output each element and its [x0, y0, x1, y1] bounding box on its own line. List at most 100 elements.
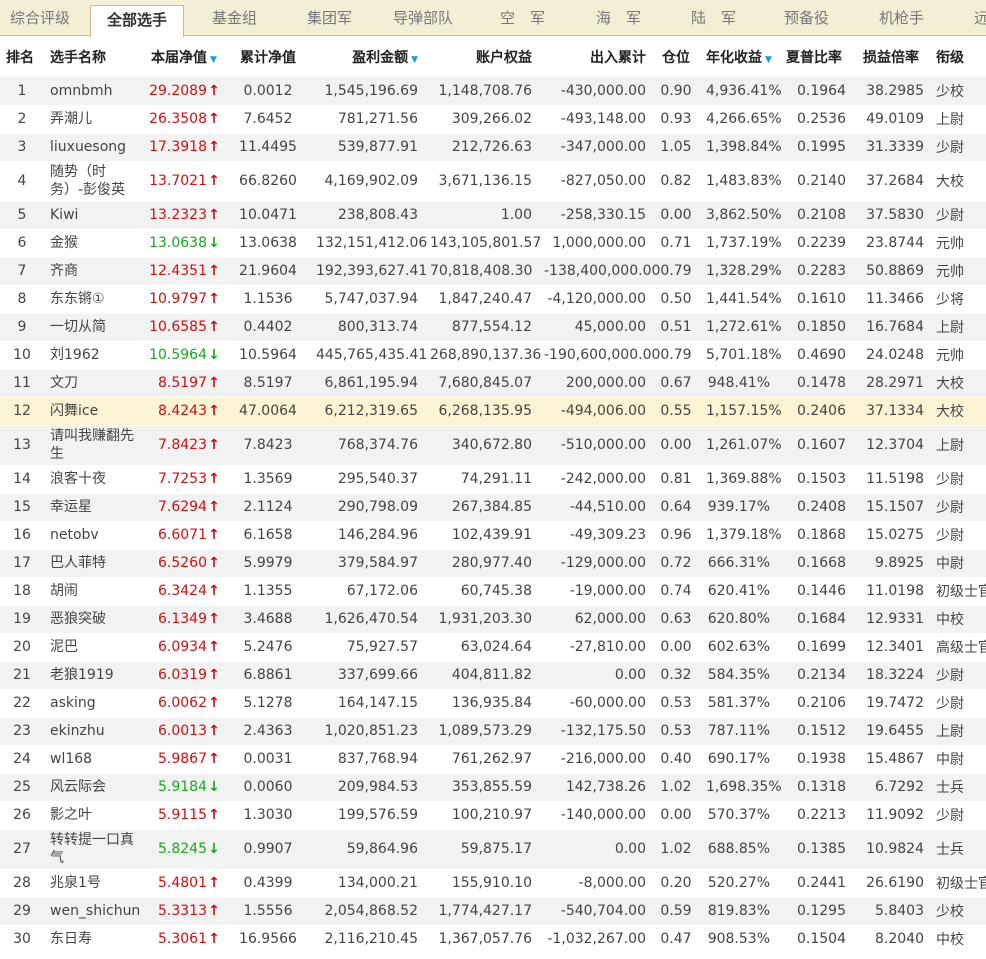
- sort-desc-icon[interactable]: ▼: [210, 55, 217, 65]
- table-row[interactable]: 7 齐商 12.4351↑ 21.9604 192,393,627.41 70,818,4…: [0, 257, 986, 286]
- col-header-rank[interactable]: 排名: [0, 37, 44, 77]
- table-row[interactable]: 30 东日寿 5.3061↑ 16.9566 2,116,210.45 1,367,057…: [0, 925, 986, 954]
- player-name-link[interactable]: wl168: [44, 745, 142, 774]
- player-name-link-text[interactable]: liuxuesong: [50, 139, 126, 155]
- tab-navy[interactable]: 海 军: [596, 0, 641, 36]
- player-name-link[interactable]: 弄潮儿: [44, 105, 142, 134]
- player-name-link[interactable]: 请叫我赚翻先生: [44, 425, 142, 466]
- tab-missile-force[interactable]: 导弹部队: [393, 0, 453, 36]
- player-name-link-text[interactable]: 东日寿: [50, 931, 92, 947]
- table-row[interactable]: 12 闪舞ice 8.4243↑ 47.0064 6,212,319.65 6,268,1…: [0, 397, 986, 426]
- table-row[interactable]: 4 随势（时务）-彭俊英 13.7021↑ 66.8260 4,169,902.09 3,…: [0, 161, 986, 202]
- col-header-cumulative-nav[interactable]: 累计净值: [226, 37, 310, 77]
- tab-overall-rating[interactable]: 综合评级: [10, 0, 70, 36]
- table-row[interactable]: 8 东东锵① 10.9797↑ 1.1536 5,747,037.94 1,847,240…: [0, 285, 986, 314]
- col-header-annual-return[interactable]: 年化收益 ▼: [700, 37, 776, 77]
- table-row[interactable]: 13 请叫我赚翻先生 7.8423↑ 7.8423 768,374.76 340,672.…: [0, 425, 986, 466]
- player-name-link-text[interactable]: netobv: [50, 527, 99, 543]
- player-name-link-text[interactable]: 请叫我赚翻先生: [50, 428, 134, 462]
- table-row[interactable]: 16 netobv 6.6071↑ 6.1658 146,284.96 102,439.9…: [0, 521, 986, 550]
- player-name-link-text[interactable]: 兆泉1号: [50, 875, 101, 891]
- player-name-link[interactable]: 恶狼突破: [44, 605, 142, 634]
- col-header-profit[interactable]: 盈利金额 ▼: [310, 37, 424, 77]
- col-header-position[interactable]: 仓位: [652, 37, 700, 77]
- player-name-link[interactable]: 幸运星: [44, 493, 142, 522]
- player-name-link-text[interactable]: 泥巴: [50, 639, 78, 655]
- player-name-link-text[interactable]: 幸运星: [50, 499, 92, 515]
- player-name-link-text[interactable]: 转转提一口真气: [50, 832, 134, 866]
- player-name-link-text[interactable]: ekinzhu: [50, 723, 105, 739]
- table-row[interactable]: 24 wl168 5.9867↑ 0.0031 837,768.94 761,262.97…: [0, 745, 986, 774]
- player-name-link[interactable]: 东东锵①: [44, 285, 142, 314]
- table-row[interactable]: 1 omnbmh 29.2089↑ 0.0012 1,545,196.69 1,148,7…: [0, 77, 986, 106]
- col-header-flow[interactable]: 出入累计: [538, 37, 652, 77]
- table-row[interactable]: 10 刘1962 10.5964↓ 10.5964 445,765,435.41 268,…: [0, 341, 986, 370]
- player-name-link-text[interactable]: 金猴: [50, 235, 78, 251]
- table-row[interactable]: 29 wen_shichun 5.3313↑ 1.5556 2,054,868.52 1,…: [0, 897, 986, 926]
- player-name-link[interactable]: 老狼1919: [44, 661, 142, 690]
- table-row[interactable]: 5 Kiwi 13.2323↑ 10.0471 238,808.43 1.00 -258,3…: [0, 201, 986, 230]
- player-name-link[interactable]: omnbmh: [44, 77, 142, 106]
- col-header-current-nav[interactable]: 本届净值 ▼: [142, 37, 226, 77]
- player-name-link-text[interactable]: wen_shichun: [50, 903, 140, 919]
- tab-fund-group[interactable]: 基金组: [212, 0, 257, 36]
- col-header-player-name[interactable]: 选手名称: [44, 37, 142, 77]
- player-name-link[interactable]: liuxuesong: [44, 133, 142, 162]
- table-row[interactable]: 14 浪客十夜 7.7253↑ 1.3569 295,540.37 74,291.11 -2…: [0, 465, 986, 494]
- table-row[interactable]: 6 金猴 13.0638↓ 13.0638 132,151,412.06 143,105,…: [0, 229, 986, 258]
- player-name-link[interactable]: 刘1962: [44, 341, 142, 370]
- table-row[interactable]: 3 liuxuesong 17.3918↑ 11.4495 539,877.91 212,…: [0, 133, 986, 162]
- player-name-link-text[interactable]: 刘1962: [50, 347, 100, 363]
- player-name-link-text[interactable]: 随势（时务）-彭俊英: [50, 164, 125, 198]
- tab-air-force[interactable]: 空 军: [500, 0, 545, 36]
- table-row[interactable]: 17 巴人菲特 6.5260↑ 5.9979 379,584.97 280,977.40 -…: [0, 549, 986, 578]
- tab-reserve[interactable]: 预备役: [784, 0, 829, 36]
- table-row[interactable]: 23 ekinzhu 6.0013↑ 2.4363 1,020,851.23 1,089,…: [0, 717, 986, 746]
- player-name-link[interactable]: Kiwi: [44, 201, 142, 230]
- tab-machine-gunner[interactable]: 机枪手: [879, 0, 924, 36]
- player-name-link-text[interactable]: 弄潮儿: [50, 111, 92, 127]
- player-name-link[interactable]: 兆泉1号: [44, 869, 142, 898]
- player-name-link-text[interactable]: 齐商: [50, 263, 78, 279]
- sort-desc-icon[interactable]: ▼: [411, 55, 418, 65]
- player-name-link-text[interactable]: wl168: [50, 751, 92, 767]
- player-name-link-text[interactable]: Kiwi: [50, 207, 78, 223]
- table-row[interactable]: 19 恶狼突破 6.1349↑ 3.4688 1,626,470.54 1,931,203…: [0, 605, 986, 634]
- player-name-link[interactable]: 转转提一口真气: [44, 829, 142, 870]
- player-name-link[interactable]: 一切从简: [44, 313, 142, 342]
- player-name-link[interactable]: 浪客十夜: [44, 465, 142, 494]
- player-name-link-text[interactable]: 巴人菲特: [50, 555, 106, 571]
- col-header-pl-ratio[interactable]: 损益倍率: [852, 37, 930, 77]
- player-name-link-text[interactable]: 恶狼突破: [50, 611, 106, 627]
- player-name-link[interactable]: netobv: [44, 521, 142, 550]
- tab-all-players[interactable]: 全部选手: [90, 5, 185, 37]
- player-name-link[interactable]: 东日寿: [44, 925, 142, 954]
- table-row[interactable]: 2 弄潮儿 26.3508↑ 7.6452 781,271.56 309,266.02 -4…: [0, 105, 986, 134]
- player-name-link[interactable]: 齐商: [44, 257, 142, 286]
- table-row[interactable]: 18 胡闹 6.3424↑ 1.1355 67,172.06 60,745.38 -19,0…: [0, 577, 986, 606]
- player-name-link-text[interactable]: 老狼1919: [50, 667, 114, 683]
- player-name-link[interactable]: 影之叶: [44, 801, 142, 830]
- table-row[interactable]: 25 风云际会 5.9184↓ 0.0060 209,984.53 353,855.59 1…: [0, 773, 986, 802]
- table-row[interactable]: 9 一切从简 10.6585↑ 0.4402 800,313.74 877,554.12 4…: [0, 313, 986, 342]
- player-name-link[interactable]: 闪舞ice: [44, 397, 142, 426]
- table-row[interactable]: 28 兆泉1号 5.4801↑ 0.4399 134,000.21 155,910.10 -…: [0, 869, 986, 898]
- tab-group-army[interactable]: 集团军: [307, 0, 352, 36]
- player-name-link[interactable]: 胡闹: [44, 577, 142, 606]
- player-name-link[interactable]: wen_shichun: [44, 897, 142, 926]
- player-name-link-text[interactable]: 风云际会: [50, 779, 106, 795]
- player-name-link-text[interactable]: omnbmh: [50, 83, 112, 99]
- player-name-link-text[interactable]: 一切从简: [50, 319, 106, 335]
- player-name-link-text[interactable]: asking: [50, 695, 96, 711]
- table-row[interactable]: 26 影之叶 5.9115↑ 1.3030 199,576.59 100,210.97 -1…: [0, 801, 986, 830]
- player-name-link[interactable]: 金猴: [44, 229, 142, 258]
- table-row[interactable]: 20 泥巴 6.0934↑ 5.2476 75,927.57 63,024.64 -27,8…: [0, 633, 986, 662]
- player-name-link[interactable]: 文刀: [44, 369, 142, 398]
- col-header-sharpe[interactable]: 夏普比率: [776, 37, 852, 77]
- table-row[interactable]: 22 asking 6.0062↑ 5.1278 164,147.15 136,935.8…: [0, 689, 986, 718]
- player-name-link-text[interactable]: 影之叶: [50, 807, 92, 823]
- player-name-link-text[interactable]: 胡闹: [50, 583, 78, 599]
- table-row[interactable]: 27 转转提一口真气 5.8245↓ 0.9907 59,864.96 59,875.17…: [0, 829, 986, 870]
- table-row[interactable]: 21 老狼1919 6.0319↑ 6.8861 337,699.66 404,811.8…: [0, 661, 986, 690]
- sort-desc-icon[interactable]: ▼: [765, 55, 772, 65]
